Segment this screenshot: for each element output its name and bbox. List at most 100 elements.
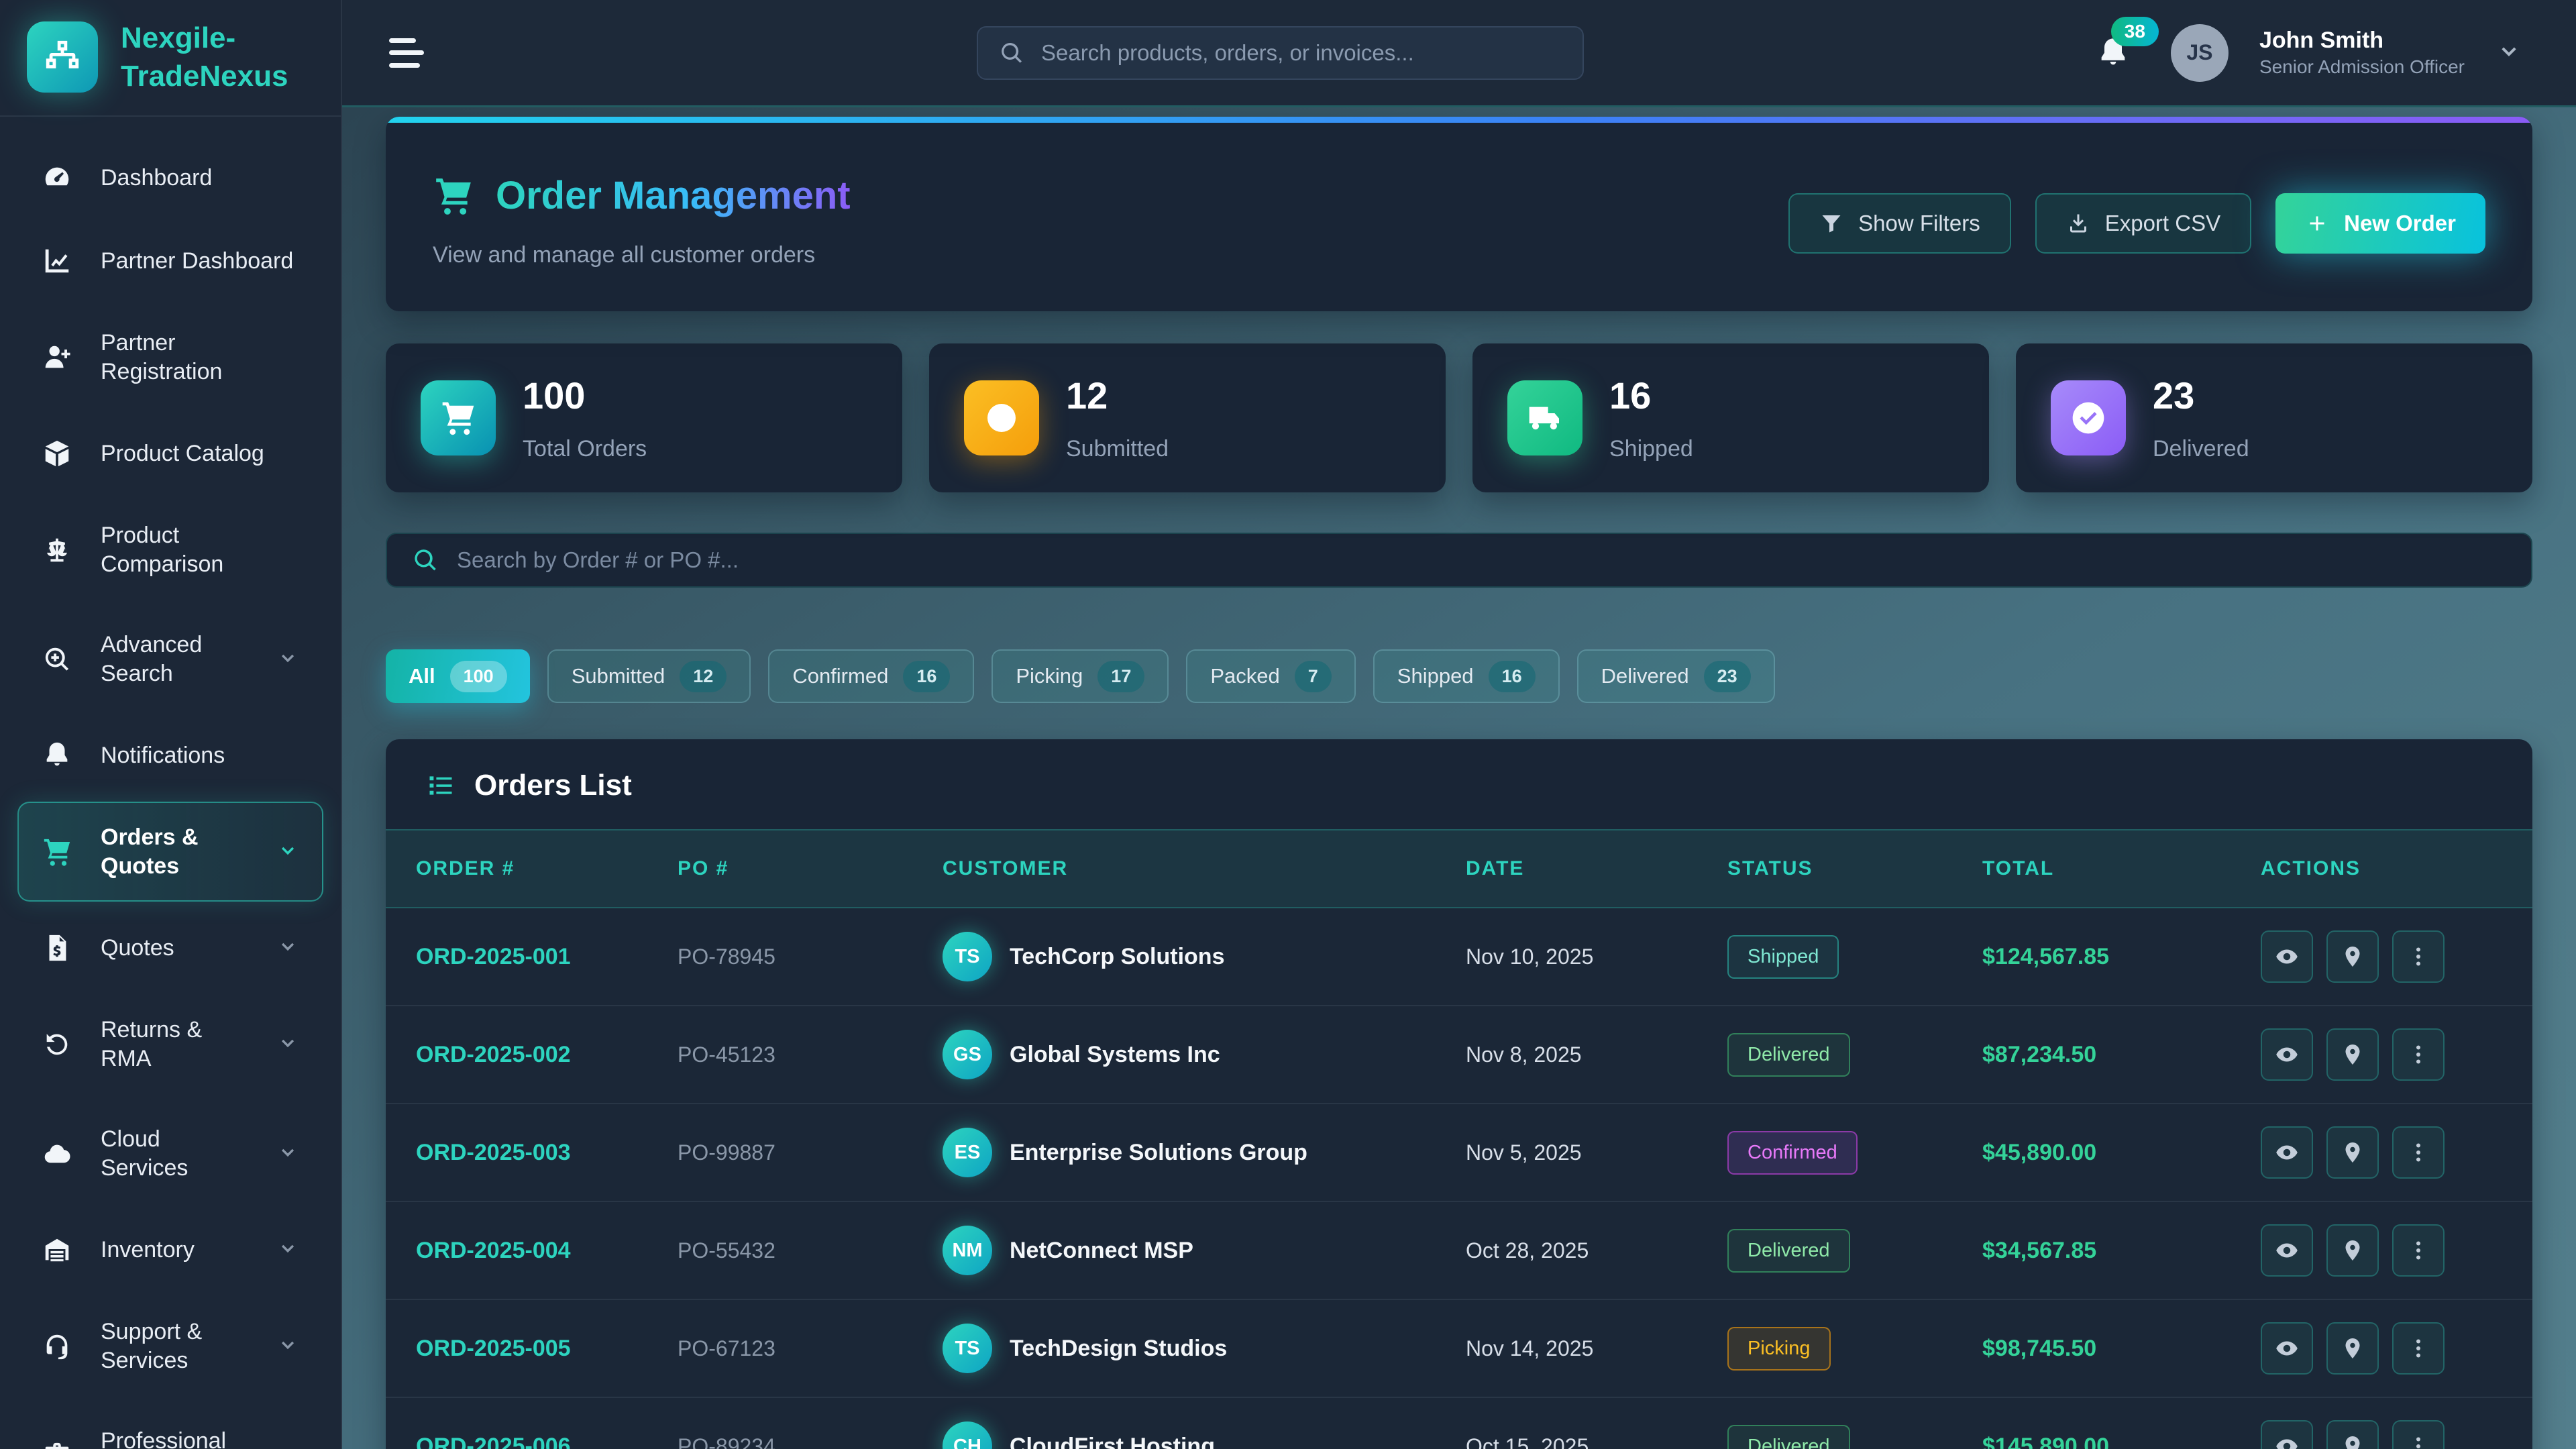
export-csv-button[interactable]: Export CSV xyxy=(2035,193,2251,254)
box-icon xyxy=(42,438,72,469)
track-order-button[interactable] xyxy=(2326,1028,2379,1081)
kebab-menu-icon xyxy=(2406,1336,2430,1360)
table-row[interactable]: ORD-2025-005 PO-67123 TS TechDesign Stud… xyxy=(386,1300,2532,1398)
tab-count-badge: 100 xyxy=(450,661,507,692)
tab-packed[interactable]: Packed7 xyxy=(1186,649,1355,703)
sidebar-item-professional-services[interactable]: Professional Services xyxy=(17,1405,323,1449)
more-actions-button[interactable] xyxy=(2392,1028,2445,1081)
order-number[interactable]: ORD-2025-004 xyxy=(416,1238,678,1264)
sidebar: Nexgile- TradeNexus Dashboard Partner Da… xyxy=(0,0,342,1449)
customer-name: TechCorp Solutions xyxy=(1010,944,1224,970)
sidebar-item-quotes[interactable]: Quotes xyxy=(17,911,323,985)
track-order-button[interactable] xyxy=(2326,1322,2379,1375)
order-number[interactable]: ORD-2025-005 xyxy=(416,1336,678,1362)
po-number: PO-45123 xyxy=(678,1042,943,1067)
track-order-button[interactable] xyxy=(2326,1420,2379,1449)
sidebar-item-notifications[interactable]: Notifications xyxy=(17,718,323,792)
sidebar-item-label: Product Comparison xyxy=(101,521,299,578)
more-actions-button[interactable] xyxy=(2392,1322,2445,1375)
table-row[interactable]: ORD-2025-003 PO-99887 ES Enterprise Solu… xyxy=(386,1104,2532,1202)
tab-submitted[interactable]: Submitted12 xyxy=(547,649,751,703)
more-actions-button[interactable] xyxy=(2392,1126,2445,1179)
headset-icon xyxy=(42,1331,72,1362)
order-total: $98,745.50 xyxy=(1982,1336,2261,1362)
orders-search-input[interactable] xyxy=(457,547,2507,573)
order-number[interactable]: ORD-2025-003 xyxy=(416,1140,678,1166)
sidebar-item-advanced-search[interactable]: Advanced Search xyxy=(17,609,323,709)
header-left: Order Management View and manage all cus… xyxy=(433,156,851,268)
view-order-button[interactable] xyxy=(2261,1224,2313,1277)
order-date: Nov 8, 2025 xyxy=(1466,1042,1727,1067)
sidebar-item-returns-rma[interactable]: Returns & RMA xyxy=(17,994,323,1094)
order-number[interactable]: ORD-2025-006 xyxy=(416,1434,678,1449)
search-plus-icon xyxy=(42,644,72,675)
main-area: 38 JS John Smith Senior Admission Office… xyxy=(342,0,2576,1449)
sidebar-item-support-services[interactable]: Support & Services xyxy=(17,1296,323,1396)
order-number[interactable]: ORD-2025-001 xyxy=(416,944,678,970)
table-row[interactable]: ORD-2025-002 PO-45123 GS Global Systems … xyxy=(386,1006,2532,1104)
tab-confirmed[interactable]: Confirmed16 xyxy=(768,649,974,703)
sidebar-item-cloud-services[interactable]: Cloud Services xyxy=(17,1104,323,1203)
track-order-button[interactable] xyxy=(2326,1126,2379,1179)
eye-icon xyxy=(2275,1140,2299,1165)
customer-avatar: CH xyxy=(943,1421,992,1449)
more-actions-button[interactable] xyxy=(2392,1420,2445,1449)
order-date: Nov 10, 2025 xyxy=(1466,945,1727,969)
tab-picking[interactable]: Picking17 xyxy=(991,649,1169,703)
column-header: TOTAL xyxy=(1982,857,2261,880)
tab-delivered[interactable]: Delivered23 xyxy=(1577,649,1775,703)
order-date: Nov 14, 2025 xyxy=(1466,1336,1727,1361)
status-badge: Picking xyxy=(1727,1327,1831,1371)
chevron-down-icon xyxy=(276,841,299,863)
table-row[interactable]: ORD-2025-006 PO-89234 CH CloudFirst Host… xyxy=(386,1398,2532,1449)
page-subtitle: View and manage all customer orders xyxy=(433,242,851,268)
hamburger-menu-icon[interactable] xyxy=(389,38,427,68)
view-order-button[interactable] xyxy=(2261,1028,2313,1081)
show-filters-button[interactable]: Show Filters xyxy=(1788,193,2011,254)
view-order-button[interactable] xyxy=(2261,1420,2313,1449)
order-number[interactable]: ORD-2025-002 xyxy=(416,1042,678,1068)
sidebar-item-label: Advanced Search xyxy=(101,631,248,688)
view-order-button[interactable] xyxy=(2261,1322,2313,1375)
more-actions-button[interactable] xyxy=(2392,1224,2445,1277)
global-search-input[interactable] xyxy=(1041,40,1562,66)
tab-all[interactable]: All100 xyxy=(386,649,530,703)
stat-total-orders: 100 Total Orders xyxy=(386,343,902,492)
user-avatar[interactable]: JS xyxy=(2171,24,2229,82)
sidebar-item-orders-quotes[interactable]: Orders & Quotes xyxy=(17,802,323,902)
kebab-menu-icon xyxy=(2406,1434,2430,1449)
sidebar-item-partner-dashboard[interactable]: Partner Dashboard xyxy=(17,224,323,298)
track-order-button[interactable] xyxy=(2326,930,2379,983)
order-management-header: Order Management View and manage all cus… xyxy=(386,117,2532,311)
map-pin-icon xyxy=(2341,1238,2365,1263)
eye-icon xyxy=(2275,1042,2299,1067)
eye-icon xyxy=(2275,945,2299,969)
sidebar-item-partner-registration[interactable]: Partner Registration xyxy=(17,307,323,407)
column-header: STATUS xyxy=(1727,857,1982,880)
status-badge: Delivered xyxy=(1727,1425,1850,1449)
tab-shipped[interactable]: Shipped16 xyxy=(1373,649,1560,703)
chevron-down-icon[interactable] xyxy=(2496,40,2522,66)
customer-name: NetConnect MSP xyxy=(1010,1238,1193,1264)
stat-value: 23 xyxy=(2153,374,2249,417)
chart-line-icon xyxy=(42,246,72,276)
map-pin-icon xyxy=(2341,1042,2365,1067)
more-actions-button[interactable] xyxy=(2392,930,2445,983)
sidebar-item-product-catalog[interactable]: Product Catalog xyxy=(17,417,323,490)
sidebar-item-dashboard[interactable]: Dashboard xyxy=(17,141,323,215)
notifications-button[interactable]: 38 xyxy=(2086,29,2140,77)
view-order-button[interactable] xyxy=(2261,1126,2313,1179)
chevron-down-icon xyxy=(276,1444,299,1449)
cloud-icon xyxy=(42,1138,72,1169)
new-order-button[interactable]: New Order xyxy=(2275,193,2485,254)
chevron-down-icon xyxy=(276,648,299,671)
table-row[interactable]: ORD-2025-004 PO-55432 NM NetConnect MSP … xyxy=(386,1202,2532,1300)
table-row[interactable]: ORD-2025-001 PO-78945 TS TechCorp Soluti… xyxy=(386,908,2532,1006)
view-order-button[interactable] xyxy=(2261,930,2313,983)
customer-avatar: TS xyxy=(943,1324,992,1373)
tab-count-badge: 16 xyxy=(1489,661,1536,692)
track-order-button[interactable] xyxy=(2326,1224,2379,1277)
sidebar-item-product-comparison[interactable]: Product Comparison xyxy=(17,500,323,600)
sidebar-item-inventory[interactable]: Inventory xyxy=(17,1213,323,1287)
eye-icon xyxy=(2275,1238,2299,1263)
